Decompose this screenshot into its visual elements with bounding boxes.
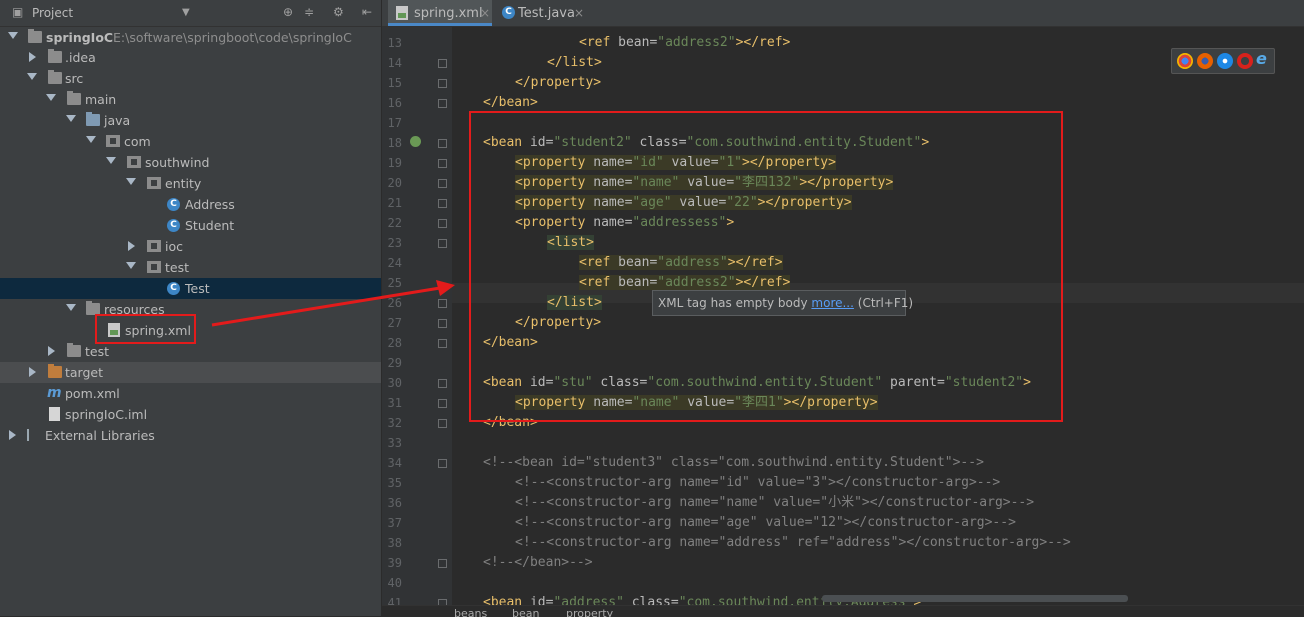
- annotation-arrow-head: [436, 280, 455, 296]
- annotation-arrow: [211, 280, 455, 327]
- annotation-arrow-line: [211, 286, 441, 327]
